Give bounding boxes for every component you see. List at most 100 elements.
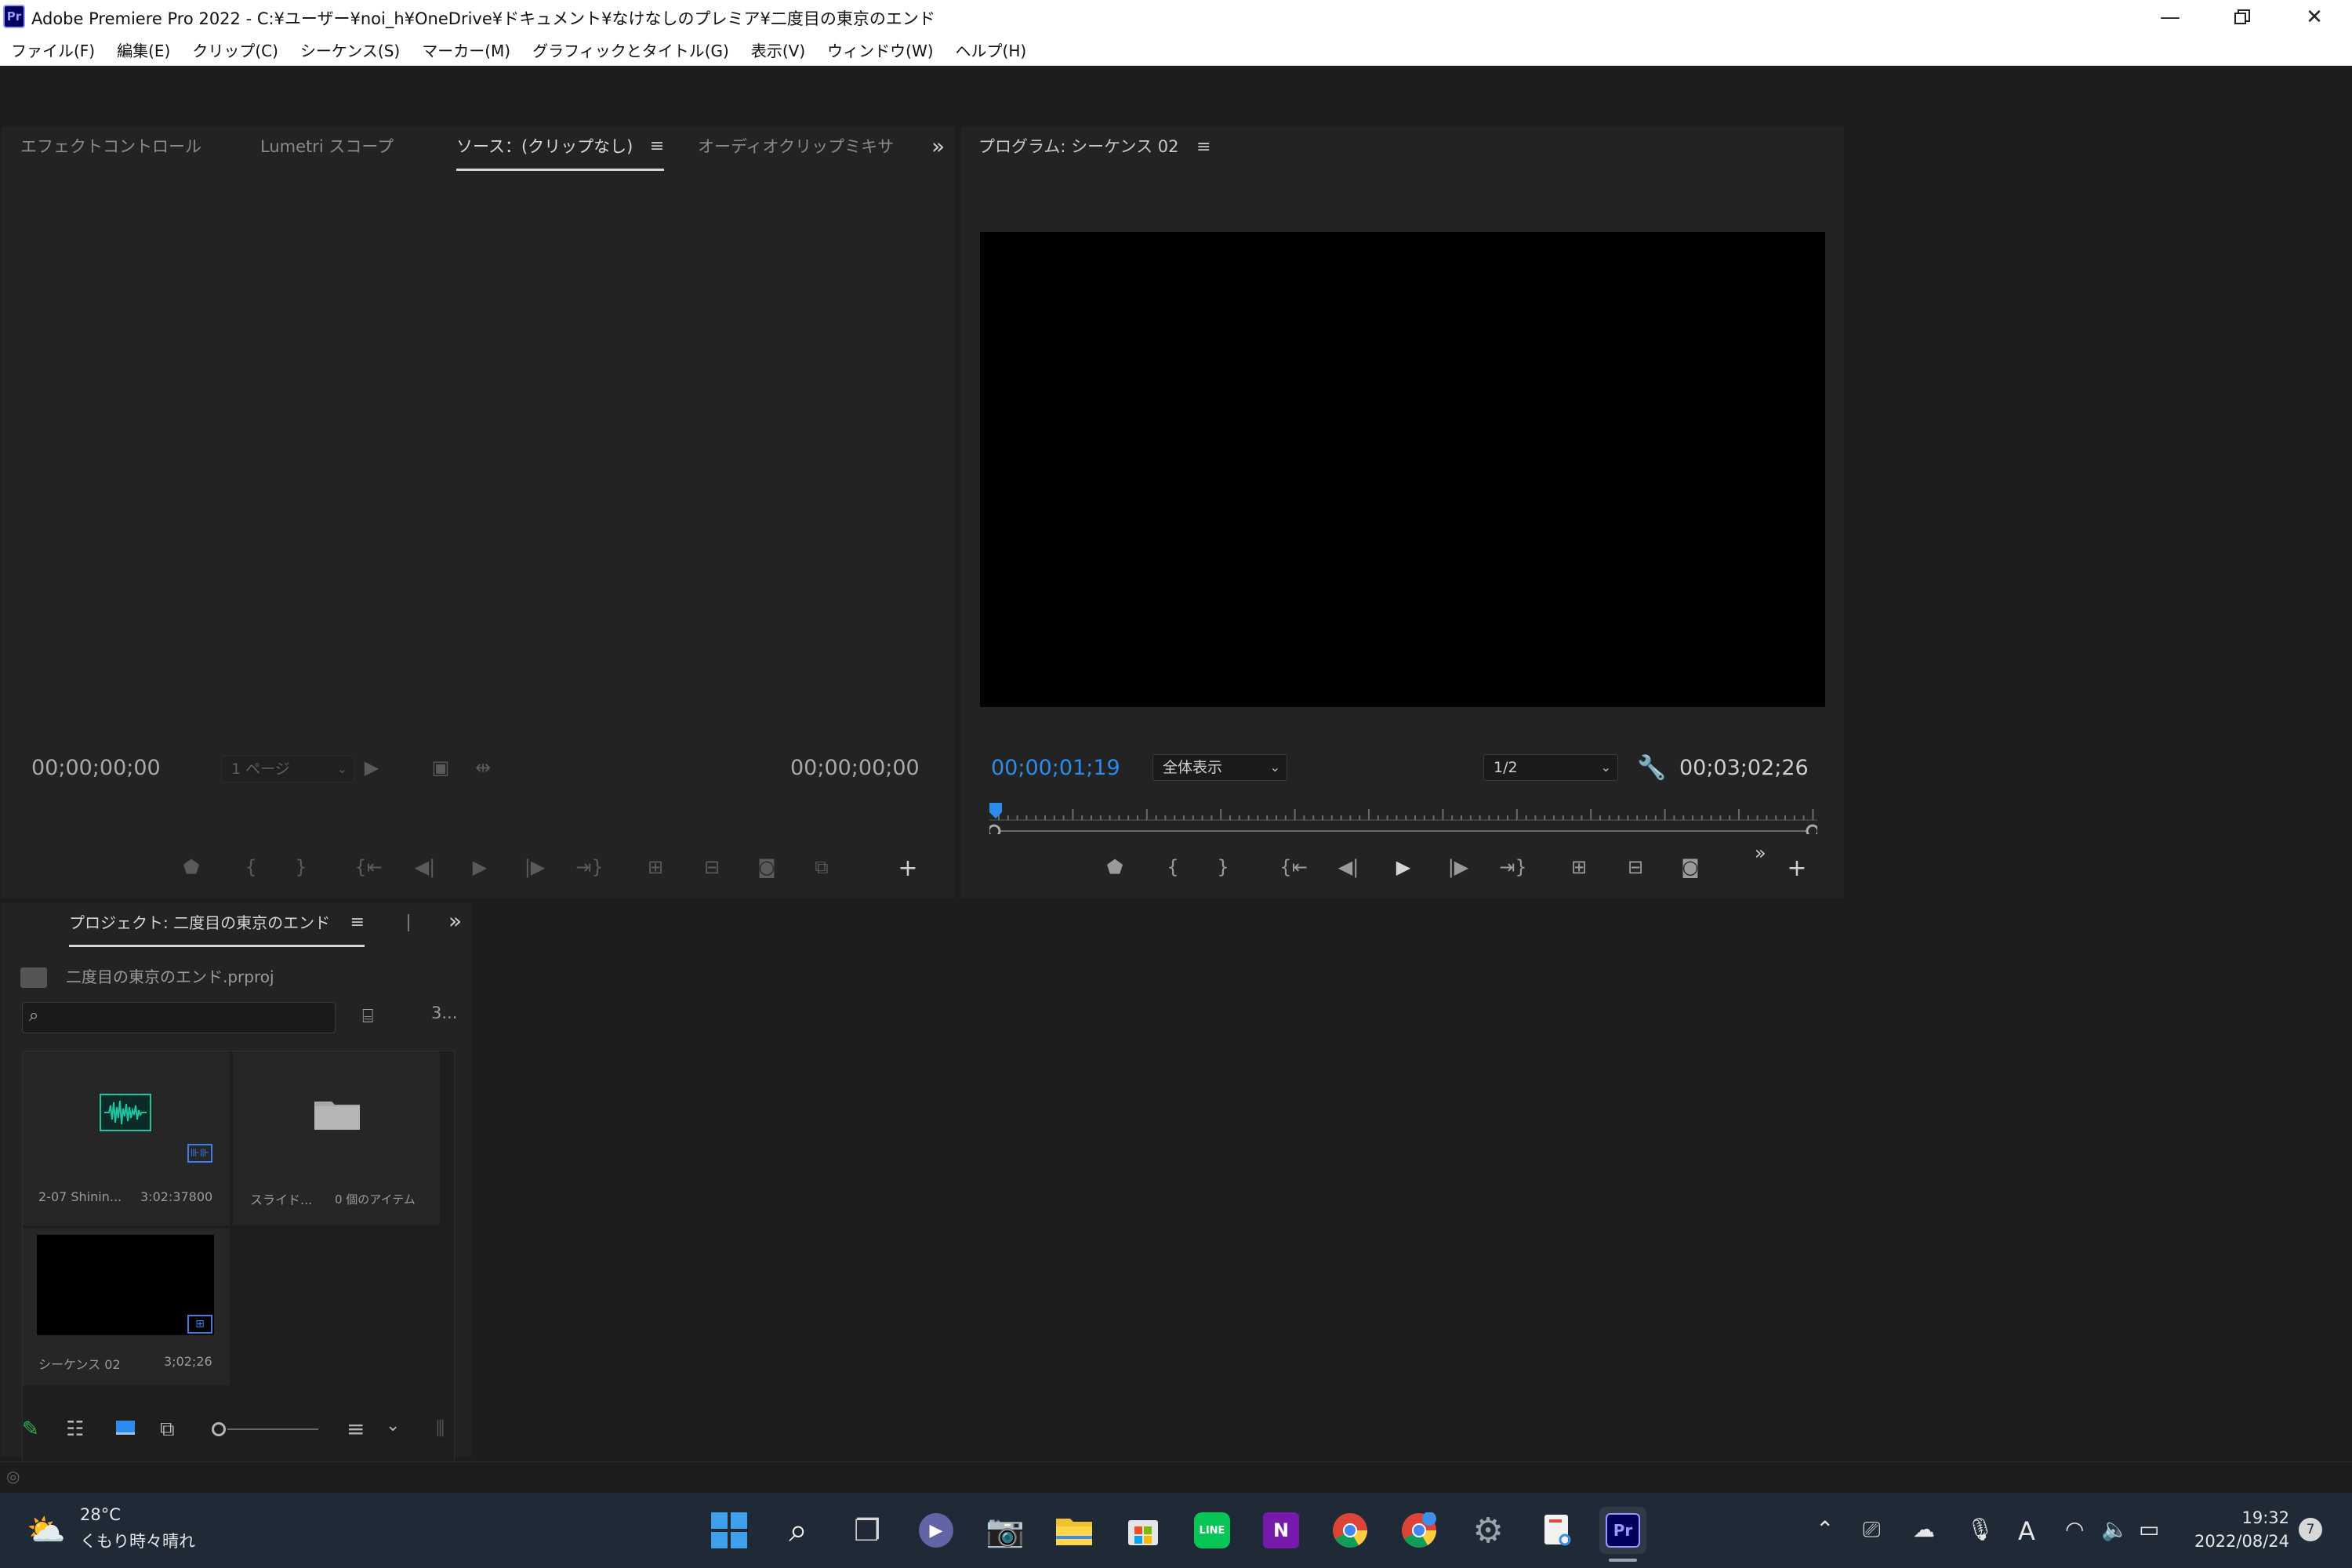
- panel-menu-icon[interactable]: ≡: [1196, 137, 1210, 157]
- insert-icon[interactable]: ⊞: [640, 851, 671, 883]
- compare-icon[interactable]: ⧉: [806, 851, 837, 883]
- list-view-icon[interactable]: ☷: [66, 1417, 84, 1441]
- icon-view-icon[interactable]: [116, 1421, 135, 1435]
- clock-date[interactable]: 2022/08/24: [2180, 1532, 2289, 1551]
- tab-program[interactable]: プログラム: シーケンス 02 ≡: [978, 127, 1211, 171]
- program-timecode-current[interactable]: 00;00;01;19: [991, 756, 1120, 780]
- settings-gear-icon[interactable]: ⚙: [1465, 1507, 1512, 1554]
- start-button[interactable]: [706, 1507, 753, 1554]
- menu-clip[interactable]: クリップ(C): [192, 38, 278, 61]
- weather-cloud-icon[interactable]: ⛅: [27, 1512, 66, 1548]
- menu-view[interactable]: 表示(V): [751, 38, 805, 61]
- ime-indicator[interactable]: A: [2018, 1516, 2035, 1546]
- menu-edit[interactable]: 編集(E): [117, 38, 170, 61]
- menu-graphics[interactable]: グラフィックとタイトル(G): [532, 38, 729, 61]
- project-item-sequence[interactable]: ⊞ シーケンス 02 3;02;26: [23, 1229, 230, 1385]
- more-tabs-icon[interactable]: »: [931, 133, 945, 159]
- menu-window[interactable]: ウィンドウ(W): [827, 38, 933, 61]
- tab-lumetri-scopes[interactable]: Lumetri スコープ: [260, 127, 394, 171]
- zoom-select[interactable]: 全体表示 ⌄: [1152, 754, 1287, 781]
- go-to-out-icon[interactable]: ⇥}: [574, 851, 605, 883]
- notification-badge[interactable]: 7: [2299, 1518, 2322, 1541]
- menu-marker[interactable]: マーカー(M): [422, 38, 510, 61]
- microphone-icon[interactable]: 🎙: [1966, 1516, 1994, 1542]
- file-explorer-icon[interactable]: [1051, 1507, 1098, 1554]
- snipping-tool-icon[interactable]: [1534, 1507, 1581, 1554]
- tab-source[interactable]: ソース：(クリップなし) ≡: [456, 127, 665, 171]
- add-button-icon[interactable]: +: [1781, 853, 1813, 884]
- mark-out-icon[interactable]: }: [285, 851, 317, 883]
- find-icon[interactable]: ⌸: [362, 1005, 373, 1027]
- camera-app-icon[interactable]: 📷: [982, 1507, 1029, 1554]
- resolution-select[interactable]: 1/2 ⌄: [1483, 754, 1618, 781]
- battery-icon[interactable]: ▭: [2139, 1516, 2159, 1542]
- tab-audio-clip-mixer[interactable]: オーディオクリップミキサ-: [698, 127, 894, 171]
- add-button-icon[interactable]: +: [892, 853, 924, 884]
- wrench-settings-icon[interactable]: 🔧: [1637, 754, 1666, 782]
- device-icon[interactable]: ⎚: [1863, 1516, 1880, 1543]
- search-icon[interactable]: ⌕: [775, 1507, 822, 1554]
- store-icon[interactable]: [1120, 1507, 1167, 1554]
- add-marker-icon[interactable]: ⬟: [1099, 851, 1131, 883]
- project-item-audio[interactable]: ⊪⊪ 2-07 Shinin... 3:02:37800: [23, 1051, 230, 1225]
- line-app-icon[interactable]: LINE: [1189, 1507, 1236, 1554]
- tab-project[interactable]: プロジェクト: 二度目の東京のエンド ≡: [69, 903, 365, 947]
- cloud-sync-icon[interactable]: ◎: [6, 1467, 20, 1486]
- go-to-out-icon[interactable]: ⇥}: [1497, 851, 1529, 883]
- zoom-slider-handle[interactable]: [212, 1422, 226, 1436]
- extract-icon[interactable]: ⊟: [1620, 851, 1651, 883]
- mark-in-icon[interactable]: {: [1157, 851, 1189, 883]
- volume-icon[interactable]: 🔈: [2101, 1516, 2129, 1542]
- onenote-icon[interactable]: N: [1258, 1507, 1305, 1554]
- menu-file[interactable]: ファイル(F): [11, 38, 95, 61]
- wifi-icon[interactable]: ◠: [2065, 1516, 2084, 1542]
- lift-icon[interactable]: ⊞: [1563, 851, 1595, 883]
- play-icon[interactable]: ▶: [1388, 851, 1419, 883]
- step-forward-icon[interactable]: |▶: [519, 851, 550, 883]
- program-video-viewer[interactable]: [980, 232, 1825, 707]
- camera-icon[interactable]: ◙: [751, 851, 782, 883]
- chrome-icon[interactable]: [1327, 1507, 1374, 1554]
- overwrite-icon[interactable]: ⊟: [696, 851, 728, 883]
- more-controls-icon[interactable]: »: [1755, 842, 1766, 864]
- sort-icon[interactable]: ≡: [347, 1416, 365, 1442]
- minimize-button[interactable]: —: [2134, 0, 2206, 34]
- chevron-up-icon[interactable]: ⌃: [1816, 1516, 1834, 1542]
- automate-icon[interactable]: ⫼: [436, 1417, 445, 1439]
- panel-menu-icon[interactable]: ≡: [650, 127, 664, 166]
- premiere-taskbar-icon[interactable]: Pr: [1599, 1507, 1646, 1554]
- tab-effect-controls[interactable]: エフェクトコントロール: [20, 127, 201, 171]
- project-search-input[interactable]: ⌕: [22, 1002, 336, 1033]
- go-to-in-icon[interactable]: {⇤: [1278, 851, 1309, 883]
- time-ruler[interactable]: [987, 803, 1820, 838]
- onedrive-offline-icon[interactable]: ☁: [1913, 1516, 1935, 1542]
- go-to-in-icon[interactable]: {⇤: [353, 851, 384, 883]
- pencil-icon[interactable]: ✎: [22, 1417, 39, 1441]
- chat-icon[interactable]: ▶: [913, 1507, 960, 1554]
- panel-menu-icon[interactable]: ≡: [350, 903, 365, 942]
- chevron-down-icon[interactable]: ⌄: [386, 1416, 400, 1436]
- project-item-bin[interactable]: スライド... 0 個のアイテム: [233, 1051, 440, 1225]
- weather-temp[interactable]: 28°C: [80, 1505, 121, 1524]
- step-back-icon[interactable]: ◀|: [409, 851, 441, 883]
- step-forward-icon[interactable]: |▶: [1443, 851, 1474, 883]
- play-icon[interactable]: ▶: [464, 851, 495, 883]
- freeform-view-icon[interactable]: ⧉: [160, 1417, 175, 1442]
- camera-icon[interactable]: ◙: [1675, 851, 1706, 883]
- menu-sequence[interactable]: シーケンス(S): [300, 38, 400, 61]
- more-tabs-icon[interactable]: »: [448, 908, 462, 934]
- close-button[interactable]: ✕: [2278, 0, 2350, 34]
- mark-out-icon[interactable]: }: [1207, 851, 1239, 883]
- zoom-slider[interactable]: [210, 1419, 320, 1441]
- step-back-icon[interactable]: ◀|: [1333, 851, 1364, 883]
- menu-help[interactable]: ヘルプ(H): [956, 38, 1027, 61]
- weather-desc[interactable]: くもり時々晴れ: [80, 1529, 195, 1552]
- add-marker-icon[interactable]: ⬟: [176, 851, 207, 883]
- restore-button[interactable]: [2206, 0, 2278, 34]
- clock-time[interactable]: 19:32: [2203, 1508, 2289, 1527]
- source-timecode-current[interactable]: 00;00;00;00: [31, 756, 161, 780]
- task-view-icon[interactable]: ❐: [844, 1507, 891, 1554]
- mark-in-icon[interactable]: {: [235, 851, 267, 883]
- folder-up-icon[interactable]: [20, 967, 47, 988]
- chrome-profile-icon[interactable]: [1396, 1507, 1443, 1554]
